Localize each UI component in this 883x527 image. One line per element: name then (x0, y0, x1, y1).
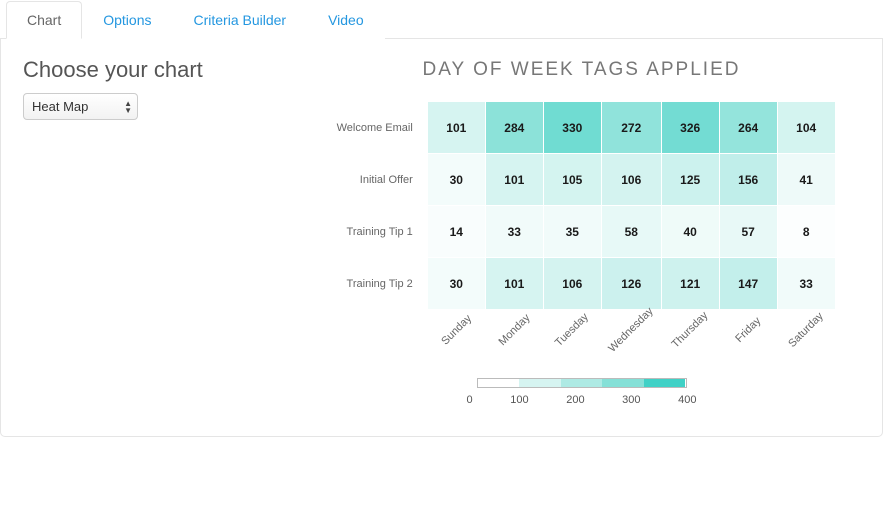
heatmap-table: Welcome Email101284330272326264104Initia… (327, 101, 835, 339)
heatmap-cell: 33 (777, 258, 835, 310)
legend-segment (602, 379, 644, 387)
heatmap-cell: 14 (427, 206, 485, 258)
chart-type-select[interactable]: Heat Map (23, 93, 138, 120)
chart-panel: Choose your chart Heat Map ▲▼ DAY OF WEE… (0, 39, 883, 437)
x-axis-label: Thursday (670, 310, 711, 351)
chart-title: DAY OF WEEK TAGS APPLIED (303, 59, 860, 81)
heatmap-cell: 101 (485, 154, 543, 206)
row-label: Initial Offer (327, 154, 427, 206)
x-axis-label: Monday (496, 312, 532, 348)
x-axis-label: Saturday (786, 310, 826, 350)
x-axis-label-cell: Friday (719, 310, 777, 340)
heatmap-cell: 326 (661, 102, 719, 154)
tab-criteria-builder[interactable]: Criteria Builder (172, 1, 307, 39)
heatmap-cell: 121 (661, 258, 719, 310)
heatmap-cell: 272 (601, 102, 661, 154)
x-axis-label-cell: Sunday (427, 310, 485, 340)
x-axis-label-cell: Wednesday (601, 310, 661, 340)
heatmap-cell: 156 (719, 154, 777, 206)
heatmap-cell: 35 (543, 206, 601, 258)
tab-chart[interactable]: Chart (6, 1, 82, 39)
x-axis-label: Friday (733, 315, 763, 345)
tab-options[interactable]: Options (82, 1, 172, 39)
legend-segment (519, 379, 561, 387)
heatmap-cell: 264 (719, 102, 777, 154)
heatmap-cell: 33 (485, 206, 543, 258)
row-label: Training Tip 2 (327, 258, 427, 310)
legend-tick: 100 (510, 394, 528, 406)
legend-tick: 200 (566, 394, 584, 406)
x-axis-label-cell: Saturday (777, 310, 835, 340)
x-axis-row: SundayMondayTuesdayWednesdayThursdayFrid… (327, 310, 835, 340)
legend-tick: 300 (622, 394, 640, 406)
legend-tick: 400 (678, 394, 696, 406)
x-axis-label: Tuesday (553, 311, 591, 349)
legend-segment (561, 379, 603, 387)
heatmap-row: Training Tip 23010110612612114733 (327, 258, 835, 310)
tabs-bar: Chart Options Criteria Builder Video (0, 0, 883, 39)
heatmap-cell: 104 (777, 102, 835, 154)
heatmap-cell: 284 (485, 102, 543, 154)
heatmap-cell: 41 (777, 154, 835, 206)
heatmap-cell: 40 (661, 206, 719, 258)
tab-video[interactable]: Video (307, 1, 385, 39)
heatmap-cell: 101 (427, 102, 485, 154)
heatmap-cell: 106 (601, 154, 661, 206)
chart-area: DAY OF WEEK TAGS APPLIED Welcome Email10… (303, 57, 860, 406)
x-axis-label: Wednesday (607, 305, 656, 354)
heatmap-cell: 330 (543, 102, 601, 154)
chooser-title: Choose your chart (23, 57, 303, 83)
heatmap-row: Welcome Email101284330272326264104 (327, 102, 835, 154)
heatmap-cell: 125 (661, 154, 719, 206)
heatmap-cell: 57 (719, 206, 777, 258)
legend-segment (644, 379, 686, 387)
heatmap-row: Training Tip 11433355840578 (327, 206, 835, 258)
heatmap-cell: 147 (719, 258, 777, 310)
heatmap-legend: 0 100 200 300 400 (303, 378, 860, 406)
heatmap-cell: 30 (427, 154, 485, 206)
legend-ticks: 0 100 200 300 400 (467, 394, 697, 406)
heatmap-cell: 106 (543, 258, 601, 310)
x-axis-label: Sunday (439, 313, 474, 348)
x-axis-label-cell: Thursday (661, 310, 719, 340)
x-axis-label-cell: Monday (485, 310, 543, 340)
row-label: Welcome Email (327, 102, 427, 154)
row-label: Training Tip 1 (327, 206, 427, 258)
heatmap-cell: 8 (777, 206, 835, 258)
heatmap-cell: 58 (601, 206, 661, 258)
heatmap-cell: 101 (485, 258, 543, 310)
x-axis-label-cell: Tuesday (543, 310, 601, 340)
x-axis-spacer (327, 310, 427, 340)
chart-type-select-wrap: Heat Map ▲▼ (23, 93, 138, 120)
heatmap-cell: 126 (601, 258, 661, 310)
heatmap-cell: 30 (427, 258, 485, 310)
heatmap-cell: 105 (543, 154, 601, 206)
legend-tick: 0 (467, 394, 473, 406)
heatmap-row: Initial Offer3010110510612515641 (327, 154, 835, 206)
legend-segment (478, 379, 520, 387)
chart-chooser: Choose your chart Heat Map ▲▼ (23, 57, 303, 406)
legend-color-bar (477, 378, 687, 388)
